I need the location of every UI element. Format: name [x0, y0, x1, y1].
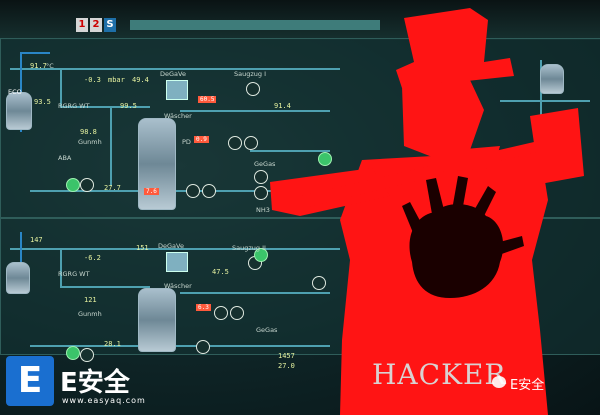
wechat-account-name: E安全	[510, 378, 545, 393]
brand-name: E安全	[60, 368, 130, 398]
hacker-silhouette	[270, 8, 584, 415]
brand-url: www.easyaq.com	[62, 396, 146, 405]
hacker-caption: HACKER	[372, 358, 507, 391]
brand-logo-letter: E	[17, 360, 43, 401]
wechat-icon	[492, 376, 506, 388]
scada-screenshot: 1 2 S ECO 60.5 0.9 7.6 6.3 91.7 -0.3 mba…	[0, 0, 600, 415]
brand-logo: E	[6, 356, 54, 406]
